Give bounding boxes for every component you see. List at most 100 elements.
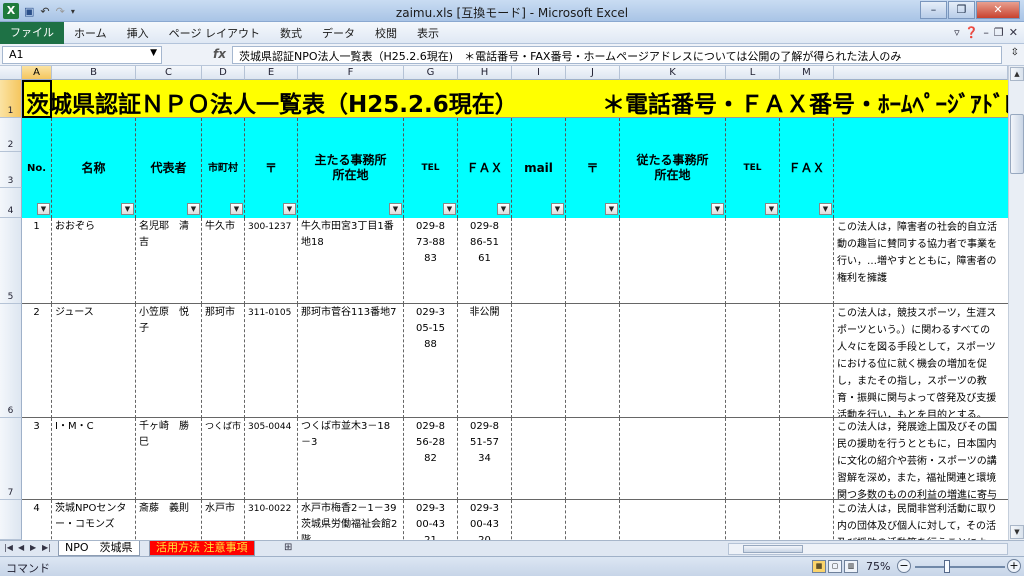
column-header-g[interactable]: G — [404, 66, 458, 80]
horizontal-scrollbar[interactable] — [728, 543, 1008, 555]
tab-review[interactable]: 校閲 — [365, 25, 407, 41]
worksheet-grid[interactable]: A B C D E F G H I J K L M 1 2 3 4 5 6 7 … — [0, 66, 1008, 540]
tab-data[interactable]: データ — [312, 25, 365, 41]
column-header-f[interactable]: F — [298, 66, 404, 80]
table-cell-zip[interactable]: 310-0022 — [245, 500, 298, 540]
row-header-4[interactable]: 4 — [0, 188, 22, 218]
tab-view[interactable]: 表示 — [407, 25, 449, 41]
table-cell-tel[interactable]: 029-305-1588 — [404, 304, 458, 418]
vertical-scrollbar[interactable]: ▲ ▼ — [1008, 66, 1024, 540]
table-cell-zip[interactable]: 300-1237 — [245, 218, 298, 304]
table-cell-zip[interactable]: 311-0105 — [245, 304, 298, 418]
scroll-up-icon[interactable]: ▲ — [1010, 67, 1024, 81]
zoom-slider[interactable] — [915, 566, 1005, 568]
help-icon[interactable]: ❓ — [965, 26, 979, 39]
page-layout-view-icon[interactable]: ▢ — [828, 560, 842, 573]
table-cell-mail[interactable] — [512, 304, 566, 418]
filter-dropdown-icon[interactable]: ▼ — [121, 203, 134, 215]
column-header-c[interactable]: C — [136, 66, 202, 80]
filter-dropdown-icon[interactable]: ▼ — [711, 203, 724, 215]
column-header-l[interactable]: L — [726, 66, 780, 80]
column-header-e[interactable]: E — [245, 66, 298, 80]
doc-close-icon[interactable]: ✕ — [1009, 26, 1018, 39]
prev-sheet-icon[interactable]: ◀ — [18, 543, 24, 552]
name-box[interactable]: A1 ▼ — [2, 46, 162, 64]
filter-dropdown-icon[interactable]: ▼ — [443, 203, 456, 215]
table-cell-zip[interactable]: 305-0044 — [245, 418, 298, 500]
table-cell-address[interactable]: つくば市並木3－18－3 — [298, 418, 404, 500]
table-cell-tel[interactable]: 029-873-8883 — [404, 218, 458, 304]
column-header-m[interactable]: M — [780, 66, 834, 80]
table-cell-fax[interactable]: 029-300-4320 — [458, 500, 512, 540]
table-cell-mail[interactable] — [512, 500, 566, 540]
table-cell-mail[interactable] — [512, 418, 566, 500]
table-cell-representative[interactable]: 小笠原 悦子 — [136, 304, 202, 418]
table-cell-city[interactable]: つくば市 — [202, 418, 245, 500]
table-cell-no[interactable]: 4 — [22, 500, 52, 540]
table-cell-zip2[interactable] — [566, 500, 620, 540]
last-sheet-icon[interactable]: ▶| — [42, 543, 51, 552]
restore-button[interactable]: ❐ — [948, 1, 975, 19]
table-cell-office2[interactable] — [620, 500, 726, 540]
table-cell-fax2[interactable] — [780, 304, 834, 418]
filter-dropdown-icon[interactable]: ▼ — [497, 203, 510, 215]
row-header-5[interactable]: 5 — [0, 218, 22, 304]
table-cell-city[interactable]: 那珂市 — [202, 304, 245, 418]
table-cell-office2[interactable] — [620, 418, 726, 500]
table-cell-representative[interactable]: 千ヶ崎 勝巳 — [136, 418, 202, 500]
table-cell-tel2[interactable] — [726, 500, 780, 540]
table-cell-zip2[interactable] — [566, 218, 620, 304]
filter-dropdown-icon[interactable]: ▼ — [551, 203, 564, 215]
zoom-slider-knob[interactable] — [944, 560, 950, 573]
column-header-d[interactable]: D — [202, 66, 245, 80]
insert-sheet-icon[interactable]: ⊞ — [284, 542, 292, 553]
zoom-out-icon[interactable]: − — [897, 559, 911, 573]
insert-function-icon[interactable]: fx — [213, 47, 226, 61]
table-cell-mail[interactable] — [512, 218, 566, 304]
column-header-k[interactable]: K — [620, 66, 726, 80]
table-cell-tel2[interactable] — [726, 418, 780, 500]
filter-dropdown-icon[interactable]: ▼ — [283, 203, 296, 215]
table-cell-address[interactable]: 牛久市田宮3丁目1番地18 — [298, 218, 404, 304]
table-cell-zip2[interactable] — [566, 418, 620, 500]
table-cell-representative[interactable]: 名児耶 清吉 — [136, 218, 202, 304]
table-cell-tel2[interactable] — [726, 304, 780, 418]
row-header-8[interactable] — [0, 500, 22, 540]
sheet-tab-npo-ibaraki[interactable]: NPO 茨城県 — [58, 541, 140, 556]
table-cell-tel2[interactable] — [726, 218, 780, 304]
ribbon-minimize-icon[interactable]: ▿ — [954, 26, 960, 39]
filter-dropdown-icon[interactable]: ▼ — [230, 203, 243, 215]
table-cell-address[interactable]: 那珂市菅谷113番地7 — [298, 304, 404, 418]
row-header-1[interactable]: 1 — [0, 80, 22, 118]
filter-dropdown-icon[interactable]: ▼ — [765, 203, 778, 215]
expand-formula-icon[interactable]: ⇳ — [1011, 47, 1019, 58]
zoom-in-icon[interactable]: + — [1007, 559, 1021, 573]
row-header-6[interactable]: 6 — [0, 304, 22, 418]
table-cell-purpose[interactable]: この法人は，競技スポーツ，生涯スポーツという。）に関わるすべての人々にを図る手段… — [834, 304, 1008, 418]
table-cell-fax[interactable]: 非公開 — [458, 304, 512, 418]
first-sheet-icon[interactable]: |◀ — [4, 543, 13, 552]
table-cell-name[interactable]: 茨城NPOセンター・コモンズ — [52, 500, 136, 540]
table-cell-no[interactable]: 2 — [22, 304, 52, 418]
column-header-i[interactable]: I — [512, 66, 566, 80]
filter-dropdown-icon[interactable]: ▼ — [389, 203, 402, 215]
select-all-corner[interactable] — [0, 66, 22, 80]
column-header-j[interactable]: J — [566, 66, 620, 80]
minimize-button[interactable]: – — [920, 1, 947, 19]
table-cell-tel[interactable]: 029-300-4321 — [404, 500, 458, 540]
close-button[interactable]: ✕ — [976, 1, 1020, 19]
doc-restore-icon[interactable]: ❐ — [994, 26, 1004, 39]
vertical-scroll-thumb[interactable] — [1010, 114, 1024, 174]
table-cell-purpose[interactable]: この法人は，発展途上国及びその国民の援助を行うとともに，日本国内に文化の紹介や芸… — [834, 418, 1008, 500]
column-header-a[interactable]: A — [22, 66, 52, 80]
table-cell-name[interactable]: I・M・C — [52, 418, 136, 500]
tab-file[interactable]: ファイル — [0, 21, 64, 44]
column-header-h[interactable]: H — [458, 66, 512, 80]
filter-dropdown-icon[interactable]: ▼ — [187, 203, 200, 215]
table-cell-purpose[interactable]: この法人は，障害者の社会的自立活動の趣旨に賛同する協力者で事業を行い，…増やすと… — [834, 218, 1008, 304]
doc-minimize-icon[interactable]: – — [983, 26, 989, 39]
table-cell-office2[interactable] — [620, 218, 726, 304]
tab-page-layout[interactable]: ページ レイアウト — [159, 25, 270, 41]
scroll-down-icon[interactable]: ▼ — [1010, 525, 1024, 539]
next-sheet-icon[interactable]: ▶ — [30, 543, 36, 552]
